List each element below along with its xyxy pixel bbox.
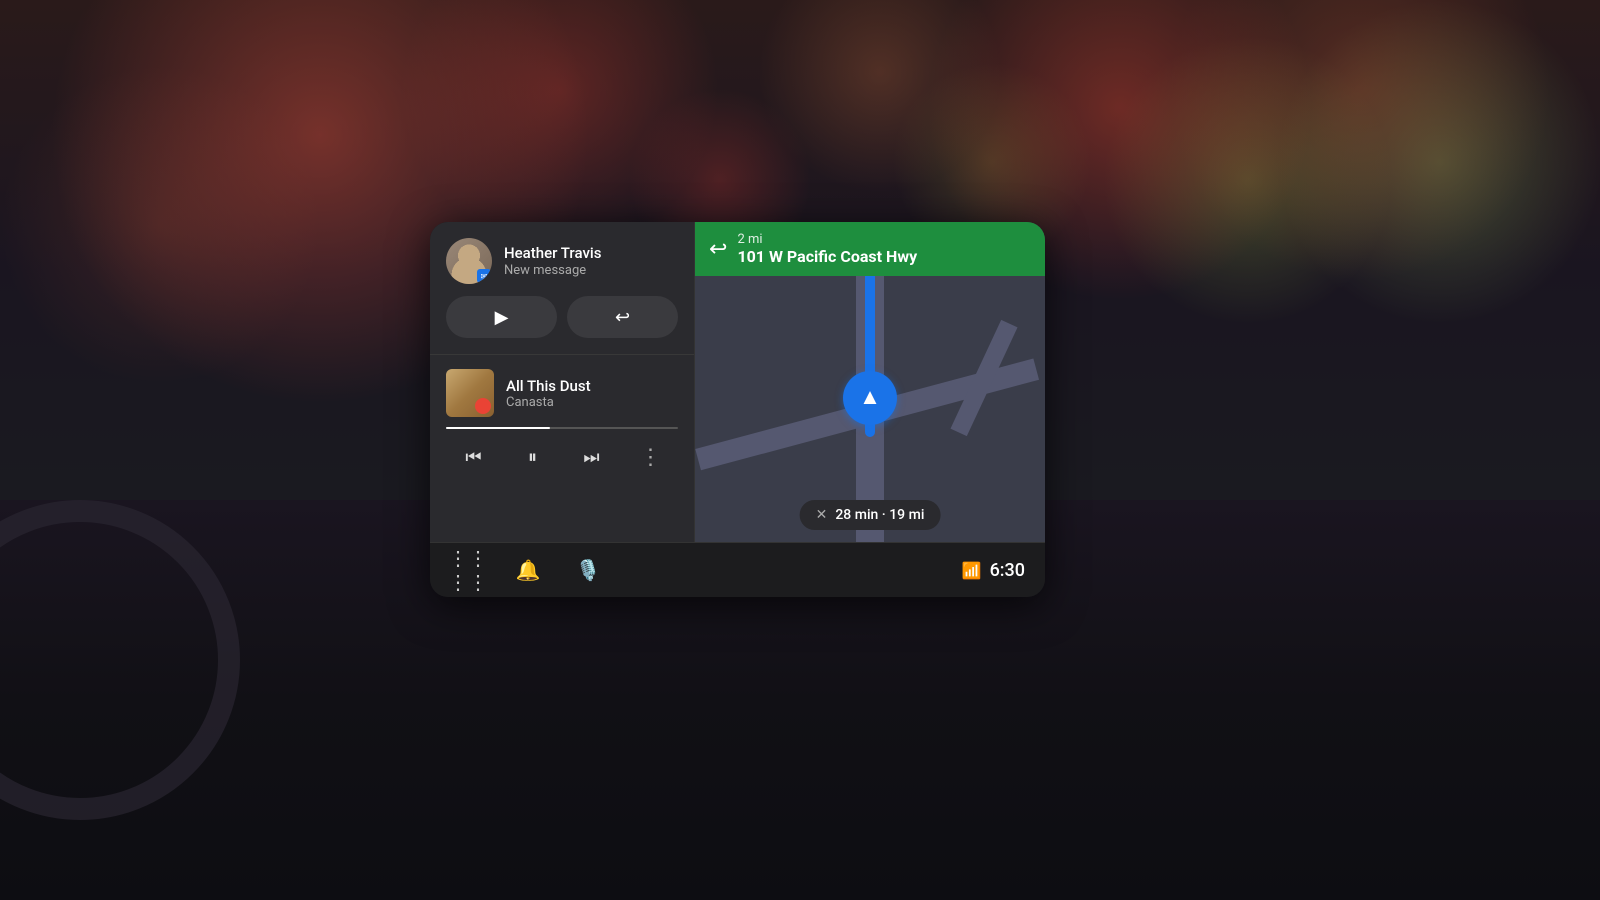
eta-badge: ✕ 28 min · 19 mi	[800, 500, 941, 530]
bell-icon: 🔔	[516, 558, 541, 582]
signal-icon: 📶	[962, 561, 982, 580]
more-icon: ⋮	[640, 444, 662, 470]
nav-header: ↩ 2 mi 101 W Pacific Coast Hwy	[695, 222, 1045, 276]
apps-button[interactable]: ⋮⋮⋮⋮	[450, 552, 486, 588]
message-card: ✉ Heather Travis New message ▶ ↩	[430, 222, 694, 355]
album-art	[446, 369, 494, 417]
progress-bar[interactable]	[446, 427, 678, 429]
eta-text: 28 min · 19 mi	[835, 507, 924, 523]
pause-icon: ⏸	[528, 447, 537, 468]
microphone-button[interactable]: 🎙️	[570, 552, 606, 588]
music-controls: ⏮ ⏸ ⏭ ⋮	[446, 439, 678, 475]
apps-icon: ⋮⋮⋮⋮	[448, 546, 488, 594]
next-track-button[interactable]: ⏭	[564, 439, 619, 475]
nav-direction-icon: ▲	[859, 384, 881, 410]
map-panel[interactable]: ↩ 2 mi 101 W Pacific Coast Hwy ▲ ✕ 28 mi…	[695, 222, 1045, 542]
reply-message-button[interactable]: ↩	[567, 296, 678, 338]
artist-name: Canasta	[506, 395, 678, 410]
mic-icon: 🎙️	[576, 558, 601, 582]
notifications-button[interactable]: 🔔	[510, 552, 546, 588]
message-text: Heather Travis New message	[504, 244, 601, 279]
sender-name: Heather Travis	[504, 244, 601, 264]
prev-icon: ⏮	[465, 447, 481, 468]
prev-track-button[interactable]: ⏮	[446, 439, 501, 475]
clock: 6:30	[990, 560, 1025, 581]
status-bar: 📶 6:30	[962, 560, 1025, 581]
play-message-button[interactable]: ▶	[446, 296, 557, 338]
nav-distance: 2 mi	[737, 232, 917, 247]
music-info: All This Dust Canasta	[446, 369, 678, 417]
nav-street: 101 W Pacific Coast Hwy	[737, 247, 917, 266]
music-app-badge	[475, 398, 491, 414]
left-panel: ✉ Heather Travis New message ▶ ↩	[430, 222, 695, 542]
eta-close-icon[interactable]: ✕	[816, 507, 828, 523]
pause-button[interactable]: ⏸	[505, 439, 560, 475]
message-app-badge: ✉	[477, 269, 491, 283]
progress-fill	[446, 427, 550, 429]
avatar: ✉	[446, 238, 492, 284]
bottom-icons: ⋮⋮⋮⋮ 🔔 🎙️	[450, 552, 606, 588]
reply-icon: ↩	[615, 307, 630, 328]
android-auto-display: ✉ Heather Travis New message ▶ ↩	[430, 222, 1045, 597]
more-options-button[interactable]: ⋮	[623, 439, 678, 475]
message-actions: ▶ ↩	[446, 296, 678, 338]
nav-arrow: ▲	[843, 371, 897, 425]
play-icon: ▶	[495, 307, 509, 328]
bottom-bar: ⋮⋮⋮⋮ 🔔 🎙️ 📶 6:30	[430, 542, 1045, 597]
music-card: All This Dust Canasta ⏮ ⏸ ⏭	[430, 355, 694, 542]
message-header: ✉ Heather Travis New message	[446, 238, 678, 284]
message-subtitle: New message	[504, 263, 601, 278]
main-area: ✉ Heather Travis New message ▶ ↩	[430, 222, 1045, 542]
track-title: All This Dust	[506, 377, 678, 395]
turn-icon: ↩	[709, 237, 727, 262]
nav-info: 2 mi 101 W Pacific Coast Hwy	[737, 232, 917, 266]
music-text: All This Dust Canasta	[506, 377, 678, 410]
next-icon: ⏭	[583, 447, 599, 468]
